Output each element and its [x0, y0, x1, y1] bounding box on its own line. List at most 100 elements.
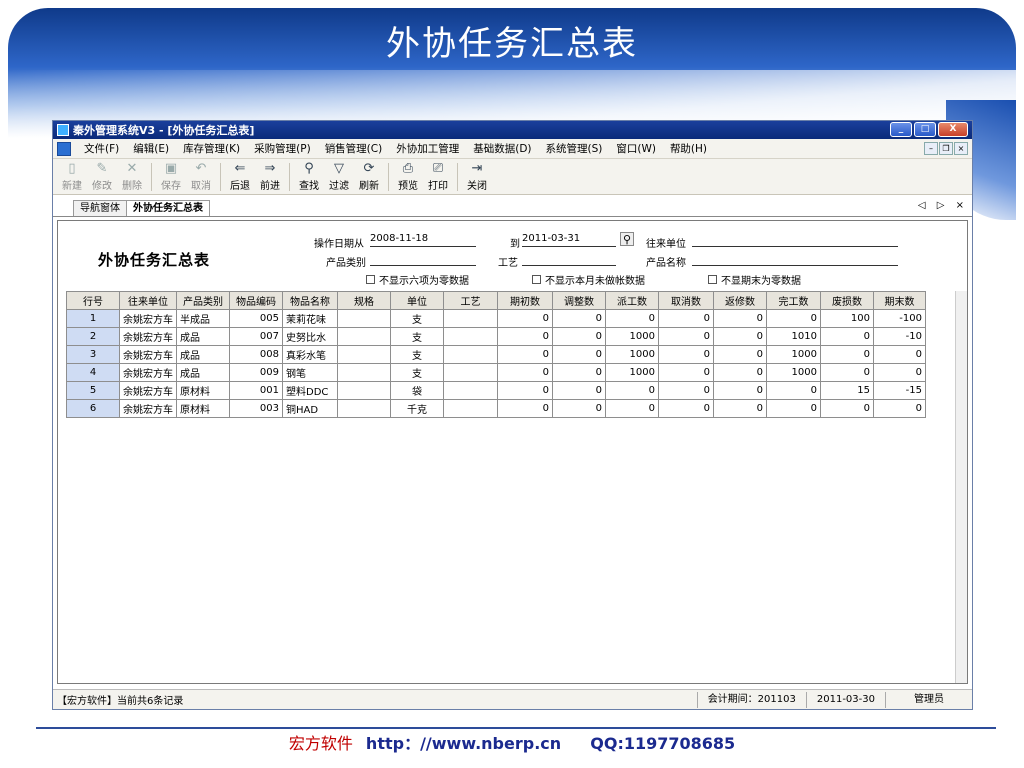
table-cell[interactable]: 5 — [66, 381, 120, 400]
table-cell[interactable]: 1000 — [766, 345, 821, 364]
table-cell[interactable]: 余姚宏方车 — [119, 345, 177, 364]
table-cell[interactable]: 成品 — [176, 363, 230, 382]
menu-help[interactable]: 帮助(H) — [663, 141, 714, 156]
new-button[interactable]: ▯ 新建 — [57, 161, 87, 192]
table-cell[interactable]: 001 — [229, 381, 283, 400]
mdi-close-icon[interactable]: × — [954, 142, 968, 155]
column-header[interactable]: 行号 — [66, 291, 120, 310]
table-cell[interactable] — [443, 381, 498, 400]
menu-system[interactable]: 系统管理(S) — [539, 141, 610, 156]
table-cell[interactable]: 成品 — [176, 327, 230, 346]
table-cell[interactable]: 0 — [873, 399, 926, 418]
table-cell[interactable] — [337, 345, 391, 364]
column-header[interactable]: 派工数 — [605, 291, 659, 310]
table-cell[interactable]: 0 — [873, 345, 926, 364]
table-cell[interactable]: 0 — [713, 327, 767, 346]
menu-window[interactable]: 窗口(W) — [609, 141, 663, 156]
table-cell[interactable]: 1000 — [605, 345, 659, 364]
window-titlebar[interactable]: 秦外管理系统V3 - [外协任务汇总表] _ □ X — [53, 121, 972, 139]
table-cell[interactable]: 余姚宏方车 — [119, 363, 177, 382]
column-header[interactable]: 废损数 — [820, 291, 874, 310]
find-button[interactable]: ⚲ 查找 — [294, 161, 324, 192]
table-cell[interactable]: 100 — [820, 309, 874, 328]
mdi-minimize-icon[interactable]: – — [924, 142, 938, 155]
table-cell[interactable]: 0 — [552, 345, 606, 364]
column-header[interactable]: 期末数 — [873, 291, 926, 310]
table-cell[interactable]: 0 — [713, 399, 767, 418]
column-header[interactable]: 期初数 — [497, 291, 553, 310]
tab-outsourcing-summary[interactable]: 外协任务汇总表 — [126, 200, 210, 216]
table-cell[interactable]: 原材料 — [176, 381, 230, 400]
mdi-restore-icon[interactable]: ❐ — [939, 142, 953, 155]
table-cell[interactable]: 008 — [229, 345, 283, 364]
cancel-button[interactable]: ↶ 取消 — [186, 161, 216, 192]
table-cell[interactable] — [337, 309, 391, 328]
table-row[interactable]: 1 余姚宏方车 半成品 005 茉莉花味 支 0 0 0 0 0 0 100 -100 — [66, 309, 926, 328]
table-cell[interactable]: -100 — [873, 309, 926, 328]
menu-basic-data[interactable]: 基础数据(D) — [466, 141, 538, 156]
column-header[interactable]: 完工数 — [766, 291, 821, 310]
table-cell[interactable]: 0 — [766, 399, 821, 418]
footer-url[interactable]: http：//www.nberp.cn — [366, 734, 561, 753]
delete-button[interactable]: ✕ 删除 — [117, 161, 147, 192]
search-icon[interactable]: ⚲ — [620, 232, 634, 246]
table-cell[interactable]: 0 — [497, 345, 553, 364]
table-cell[interactable]: 1 — [66, 309, 120, 328]
table-cell[interactable]: 真彩水笔 — [282, 345, 338, 364]
table-cell[interactable]: 0 — [713, 381, 767, 400]
close-button[interactable]: X — [938, 122, 968, 137]
table-cell[interactable]: 0 — [820, 345, 874, 364]
table-cell[interactable]: 0 — [497, 327, 553, 346]
table-cell[interactable]: 0 — [820, 363, 874, 382]
checkbox-hide-six-zero[interactable]: 不显示六项为零数据 — [366, 272, 469, 287]
table-cell[interactable] — [443, 363, 498, 382]
menu-sales[interactable]: 销售管理(C) — [318, 141, 390, 156]
partner-input[interactable] — [692, 233, 898, 247]
table-cell[interactable]: 0 — [658, 327, 714, 346]
table-cell[interactable]: 成品 — [176, 345, 230, 364]
column-header[interactable]: 取消数 — [658, 291, 714, 310]
table-cell[interactable]: 0 — [658, 399, 714, 418]
table-cell[interactable]: 余姚宏方车 — [119, 309, 177, 328]
table-cell[interactable]: 005 — [229, 309, 283, 328]
forward-button[interactable]: ⇒ 前进 — [255, 161, 285, 192]
checkbox-box[interactable] — [366, 275, 375, 284]
table-cell[interactable]: 茉莉花味 — [282, 309, 338, 328]
table-cell[interactable]: 15 — [820, 381, 874, 400]
preview-button[interactable]: ⎙ 预览 — [393, 161, 423, 192]
column-header[interactable]: 物品名称 — [282, 291, 338, 310]
table-cell[interactable]: 钢笔 — [282, 363, 338, 382]
table-cell[interactable] — [443, 345, 498, 364]
column-header[interactable]: 规格 — [337, 291, 391, 310]
process-input[interactable] — [522, 252, 616, 266]
table-cell[interactable] — [443, 309, 498, 328]
category-input[interactable] — [370, 252, 476, 266]
table-cell[interactable] — [443, 327, 498, 346]
refresh-button[interactable]: ⟳ 刷新 — [354, 161, 384, 192]
table-cell[interactable]: 千克 — [390, 399, 444, 418]
table-cell[interactable]: 0 — [605, 381, 659, 400]
table-cell[interactable]: 0 — [713, 309, 767, 328]
checkbox-box[interactable] — [708, 275, 717, 284]
table-cell[interactable]: 4 — [66, 363, 120, 382]
menu-inventory[interactable]: 库存管理(K) — [176, 141, 247, 156]
menu-edit[interactable]: 编辑(E) — [126, 141, 176, 156]
table-cell[interactable]: 0 — [820, 399, 874, 418]
table-cell[interactable]: 支 — [390, 327, 444, 346]
table-cell[interactable]: 余姚宏方车 — [119, 327, 177, 346]
table-cell[interactable]: 003 — [229, 399, 283, 418]
column-header[interactable]: 调整数 — [552, 291, 606, 310]
table-cell[interactable]: 0 — [497, 381, 553, 400]
maximize-button[interactable]: □ — [914, 122, 936, 137]
product-name-input[interactable] — [692, 252, 898, 266]
table-cell[interactable] — [337, 363, 391, 382]
table-cell[interactable]: 半成品 — [176, 309, 230, 328]
table-cell[interactable]: 1000 — [605, 363, 659, 382]
table-cell[interactable] — [337, 381, 391, 400]
menu-outsourcing[interactable]: 外协加工管理 — [389, 141, 466, 156]
table-cell[interactable]: 007 — [229, 327, 283, 346]
table-cell[interactable]: 0 — [552, 363, 606, 382]
table-cell[interactable]: 0 — [713, 345, 767, 364]
table-cell[interactable]: 0 — [658, 363, 714, 382]
table-cell[interactable]: 0 — [552, 399, 606, 418]
